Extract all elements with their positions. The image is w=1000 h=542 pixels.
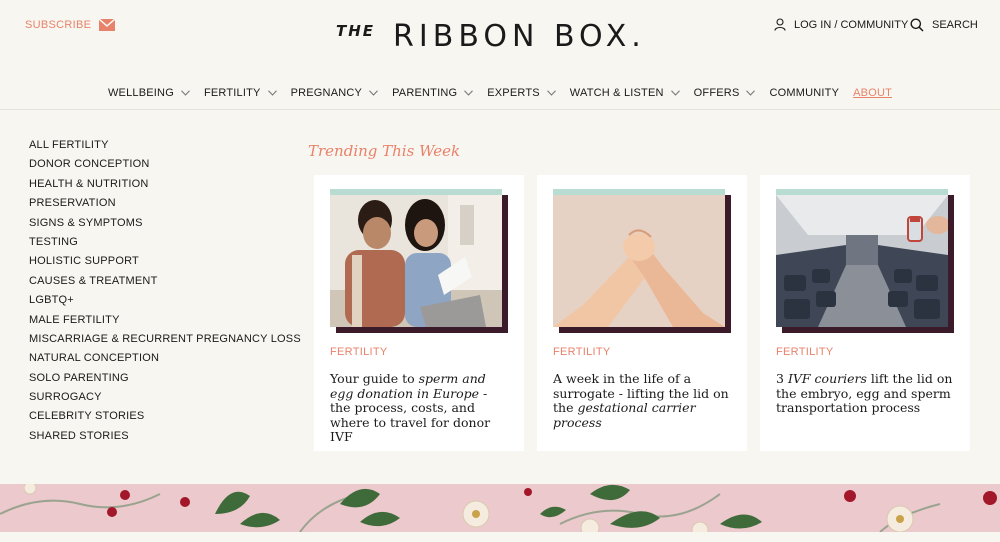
chevron-down-icon: [746, 90, 756, 96]
submenu-item-male-fertility[interactable]: MALE FERTILITY: [29, 313, 289, 332]
nav-item-about[interactable]: ABOUT: [853, 87, 892, 99]
submenu-item-shared-stories[interactable]: SHARED STORIES: [29, 429, 289, 448]
logo-wordmark: RIBBON BOX.: [393, 19, 646, 54]
mail-icon: [99, 19, 116, 31]
floral-banner: [0, 484, 1000, 532]
main-nav: WELLBEING FERTILITY PREGNANCY PARENTING EXPE…: [0, 82, 1000, 104]
nav-item-experts[interactable]: EXPERTS: [487, 87, 556, 99]
card-image-frame: [553, 189, 731, 333]
card-category: FERTILITY: [553, 346, 611, 358]
article-card-surrogate[interactable]: FERTILITY A week in the life of a surrog…: [537, 175, 747, 451]
nav-item-label: COMMUNITY: [769, 87, 840, 99]
nav-item-label: WATCH & LISTEN: [569, 87, 664, 99]
nav-item-label: PARENTING: [392, 87, 458, 99]
submenu-item-surrogacy[interactable]: SURROGACY: [29, 390, 289, 409]
submenu-item-signs-symptoms[interactable]: SIGNS & SYMPTOMS: [29, 216, 289, 235]
submenu-item-preservation[interactable]: PRESERVATION: [29, 196, 289, 215]
page-bottom: [0, 532, 1000, 542]
login-label: LOG IN / COMMUNITY: [794, 18, 909, 31]
nav-item-label: WELLBEING: [107, 87, 174, 99]
subscribe-label: SUBSCRIBE: [25, 19, 92, 31]
card-category: FERTILITY: [776, 346, 834, 358]
fertility-submenu: ALL FERTILITY DONOR CONCEPTION HEALTH & NU…: [29, 138, 301, 448]
chevron-down-icon: [464, 90, 474, 96]
nav-item-label: FERTILITY: [203, 87, 261, 99]
nav-item-fertility[interactable]: FERTILITY: [204, 87, 277, 99]
nav-item-community[interactable]: COMMUNITY: [769, 87, 839, 99]
nav-item-parenting[interactable]: PARENTING: [392, 87, 474, 99]
nav-divider: [0, 109, 1000, 110]
submenu-item-causes-treatment[interactable]: CAUSES & TREATMENT: [29, 274, 289, 293]
login-community-link[interactable]: LOG IN / COMMUNITY: [774, 18, 908, 31]
chevron-down-icon: [546, 90, 556, 96]
submenu-item-holistic-support[interactable]: HOLISTIC SUPPORT: [29, 254, 289, 273]
submenu-item-testing[interactable]: TESTING: [29, 235, 289, 254]
trending-title: Trending This Week: [308, 142, 461, 160]
submenu-item-donor-conception[interactable]: DONOR CONCEPTION: [29, 157, 289, 176]
submenu-item-all-fertility[interactable]: ALL FERTILITY: [29, 138, 289, 157]
card-image-frame: [776, 189, 954, 333]
user-icon: [774, 18, 786, 31]
nav-item-wellbeing[interactable]: WELLBEING: [108, 87, 190, 99]
submenu-item-health-nutrition[interactable]: HEALTH & NUTRITION: [29, 177, 289, 196]
card-headline[interactable]: A week in the life of a surrogate - lift…: [553, 371, 733, 430]
logo-the: THE: [336, 22, 376, 40]
search-button[interactable]: SEARCH: [910, 18, 978, 32]
headline-part: 3: [776, 371, 788, 386]
chevron-down-icon: [369, 90, 378, 96]
chevron-down-icon: [181, 90, 190, 96]
article-card-donation[interactable]: FERTILITY Your guide to sperm and egg do…: [314, 175, 524, 451]
floral-pattern-illustration: [0, 484, 1000, 532]
nav-item-label: ABOUT: [853, 87, 893, 99]
card-category: FERTILITY: [330, 346, 388, 358]
submenu-item-lgbtq[interactable]: LGBTQ+: [29, 293, 289, 312]
couple-reading-image: [330, 195, 502, 327]
nav-item-offers[interactable]: OFFERS: [694, 87, 756, 99]
submenu-item-miscarriage-recurrent-pregnancy-loss[interactable]: MISCARRIAGE & RECURRENT PREGNANCY LOSS: [29, 332, 301, 351]
card-headline[interactable]: 3 IVF couriers lift the lid on the embry…: [776, 371, 956, 416]
nav-item-label: PREGNANCY: [290, 87, 363, 99]
nav-item-pregnancy[interactable]: PREGNANCY: [291, 87, 378, 99]
chevron-down-icon: [670, 90, 680, 96]
headline-part: Your guide to: [330, 371, 419, 386]
search-label: SEARCH: [932, 19, 978, 31]
card-image-frame: [330, 189, 508, 333]
site-header: SUBSCRIBE THE RIBBON BOX. LOG IN / COMMU…: [0, 0, 1000, 70]
submenu-item-natural-conception[interactable]: NATURAL CONCEPTION: [29, 351, 289, 370]
nav-item-label: EXPERTS: [487, 87, 540, 99]
nav-item-watch-listen[interactable]: WATCH & LISTEN: [570, 87, 680, 99]
article-card-couriers[interactable]: FERTILITY 3 IVF couriers lift the lid on…: [760, 175, 970, 451]
subscribe-link[interactable]: SUBSCRIBE: [25, 19, 116, 31]
nav-item-label: OFFERS: [693, 87, 740, 99]
search-icon: [910, 18, 924, 32]
site-logo[interactable]: THE RIBBON BOX.: [336, 18, 666, 58]
airplane-cabin-image: [776, 195, 948, 327]
card-headline[interactable]: Your guide to sperm and egg donation in …: [330, 371, 510, 445]
clasped-hands-image: [553, 195, 725, 327]
submenu-item-celebrity-stories[interactable]: CELEBRITY STORIES: [29, 409, 289, 428]
submenu-item-solo-parenting[interactable]: SOLO PARENTING: [29, 371, 289, 390]
headline-emphasis: IVF couriers: [787, 371, 867, 386]
chevron-down-icon: [267, 90, 277, 96]
